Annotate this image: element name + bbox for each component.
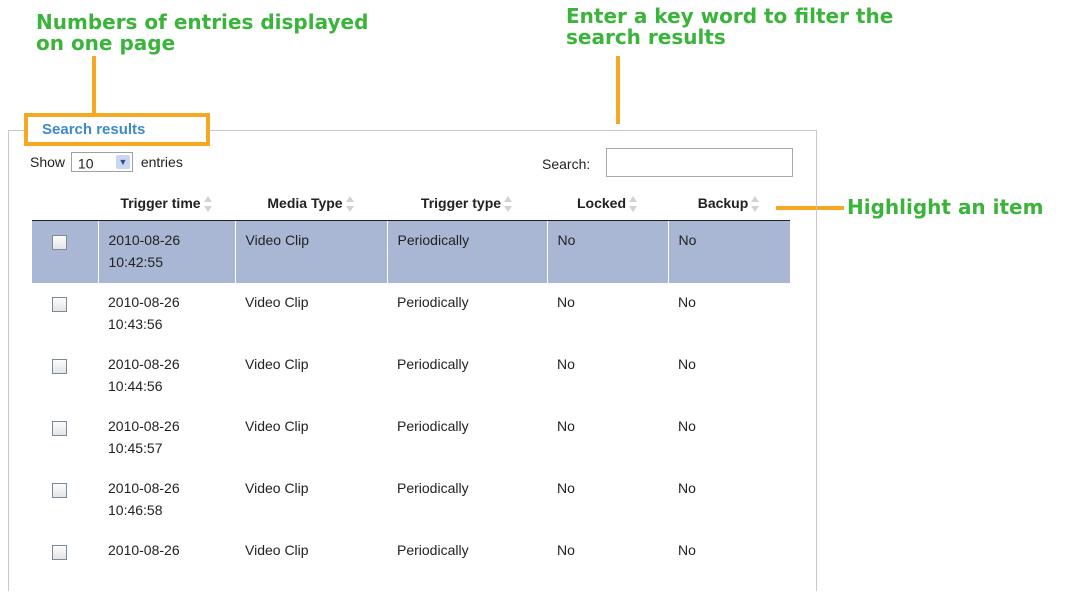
entries-label: entries — [140, 154, 183, 170]
trigger-time-cell: 2010-08-26 — [98, 531, 235, 593]
row-select-cell — [32, 345, 98, 407]
entries-per-page-select[interactable]: 10 ▼ — [70, 152, 133, 172]
media-type-cell: Video Clip — [245, 293, 309, 310]
sort-arrows-icon[interactable] — [504, 196, 513, 213]
connector-line-entries — [92, 56, 96, 114]
trigger-time-cell: 2010-08-26 10:45:57 — [98, 407, 235, 469]
header-label-backup: Backup — [697, 194, 749, 211]
checkbox-icon[interactable] — [52, 296, 67, 312]
header-media-type[interactable]: Media Type — [235, 187, 387, 221]
show-label: Show — [30, 154, 66, 170]
row-select-cell — [32, 469, 98, 531]
trigger-clock: 10:42:55 — [108, 254, 164, 270]
table-row[interactable]: 2010-08-26 10:44:56 Video Clip Periodical… — [32, 345, 790, 407]
checkbox-icon[interactable] — [52, 358, 67, 374]
callout-search-filter: Enter a key word to filter the search re… — [566, 6, 893, 48]
sort-arrows-icon[interactable] — [345, 196, 355, 213]
table-row[interactable]: 2010-08-26 10:46:58 Video Clip Periodical… — [32, 469, 790, 531]
search-input[interactable] — [606, 148, 793, 177]
checkbox-icon[interactable] — [52, 420, 67, 436]
chevron-down-icon[interactable]: ▼ — [115, 155, 130, 169]
callout-highlight-item: Highlight an item — [847, 195, 1044, 219]
backup-cell: No — [678, 479, 696, 496]
trigger-time-cell: 2010-08-26 10:42:55 — [97, 220, 235, 283]
header-select — [32, 187, 98, 221]
locked-cell: No — [557, 355, 575, 372]
trigger-date: 2010-08-26 — [108, 232, 181, 248]
trigger-date: 2010-08-26 — [108, 479, 180, 496]
media-type-cell: Video Clip — [245, 355, 309, 372]
row-select-cell — [32, 220, 98, 283]
callout-entries-line2: on one page — [36, 31, 176, 55]
table-row-highlighted[interactable]: 2010-08-26 10:42:55 Video Clip Periodical… — [32, 220, 790, 283]
table-header-row: Trigger time Media Type Trigger type Loc… — [32, 187, 790, 221]
media-type-cell: Video Clip — [245, 417, 309, 434]
search-label: Search: — [542, 156, 591, 172]
header-label-media-type: Media Type — [267, 194, 343, 211]
sort-arrows-icon[interactable] — [629, 196, 638, 213]
sort-arrows-icon[interactable] — [203, 196, 213, 213]
trigger-clock: 10:44:56 — [108, 377, 163, 394]
table-row[interactable]: 2010-08-26 10:43:56 Video Clip Periodical… — [32, 283, 790, 345]
backup-cell: No — [678, 541, 696, 558]
header-trigger-type[interactable]: Trigger type — [387, 187, 547, 221]
row-select-cell — [32, 531, 98, 593]
backup-cell: No — [678, 417, 696, 434]
row-select-cell — [32, 407, 98, 469]
trigger-type-cell: Periodically — [397, 293, 469, 310]
checkbox-icon[interactable] — [52, 235, 67, 250]
trigger-date: 2010-08-26 — [108, 417, 180, 434]
trigger-time-cell: 2010-08-26 10:43:56 — [98, 283, 235, 345]
trigger-time-cell: 2010-08-26 10:46:58 — [98, 469, 235, 531]
media-type-cell: Video Clip — [245, 541, 309, 558]
trigger-time-cell: 2010-08-26 10:44:56 — [98, 345, 235, 407]
panel-legend: Search results — [42, 121, 146, 138]
locked-cell: No — [557, 293, 575, 310]
header-label-trigger-type: Trigger type — [420, 194, 502, 211]
callout-search-line1: Enter a key word to filter the — [566, 4, 894, 28]
media-type-cell: Video Clip — [234, 220, 387, 283]
row-select-cell — [32, 283, 98, 345]
backup-cell: No — [667, 220, 790, 283]
locked-cell: No — [557, 541, 575, 558]
trigger-type-cell: Periodically — [397, 479, 469, 496]
trigger-type-cell: Periodically — [397, 541, 469, 558]
trigger-date: 2010-08-26 — [108, 293, 180, 310]
trigger-date: 2010-08-26 — [108, 541, 180, 558]
header-locked[interactable]: Locked — [547, 187, 668, 221]
trigger-type-cell: Periodically — [386, 220, 547, 283]
header-label-trigger-time: Trigger time — [120, 194, 201, 211]
table-row[interactable]: 2010-08-26 10:45:57 Video Clip Periodical… — [32, 407, 790, 469]
locked-cell: No — [557, 417, 575, 434]
header-backup[interactable]: Backup — [668, 187, 790, 221]
trigger-clock: 10:46:58 — [108, 501, 163, 518]
trigger-type-cell: Periodically — [397, 355, 469, 372]
backup-cell: No — [678, 355, 696, 372]
callout-entries-per-page: Numbers of entries displayed on one page — [36, 12, 368, 54]
entries-control: Show 10 ▼ entries — [30, 152, 183, 172]
locked-cell: No — [546, 220, 668, 283]
trigger-type-cell: Periodically — [397, 417, 469, 434]
trigger-date: 2010-08-26 — [108, 355, 180, 372]
table-row[interactable]: 2010-08-26 Video Clip Periodically No No — [32, 531, 790, 593]
results-table: Trigger time Media Type Trigger type Loc… — [32, 187, 790, 593]
trigger-clock: 10:43:56 — [108, 315, 163, 332]
checkbox-icon[interactable] — [52, 544, 67, 560]
callout-search-line2: search results — [566, 25, 726, 49]
backup-cell: No — [678, 293, 696, 310]
trigger-clock: 10:45:57 — [108, 439, 163, 456]
header-label-locked: Locked — [576, 194, 626, 211]
connector-line-search — [616, 56, 620, 124]
header-trigger-time[interactable]: Trigger time — [98, 187, 235, 221]
media-type-cell: Video Clip — [245, 479, 309, 496]
sort-arrows-icon[interactable] — [751, 196, 760, 213]
callout-entries-line1: Numbers of entries displayed — [36, 10, 369, 34]
entries-select-value: 10 — [77, 155, 94, 172]
locked-cell: No — [557, 479, 575, 496]
checkbox-icon[interactable] — [52, 482, 67, 498]
